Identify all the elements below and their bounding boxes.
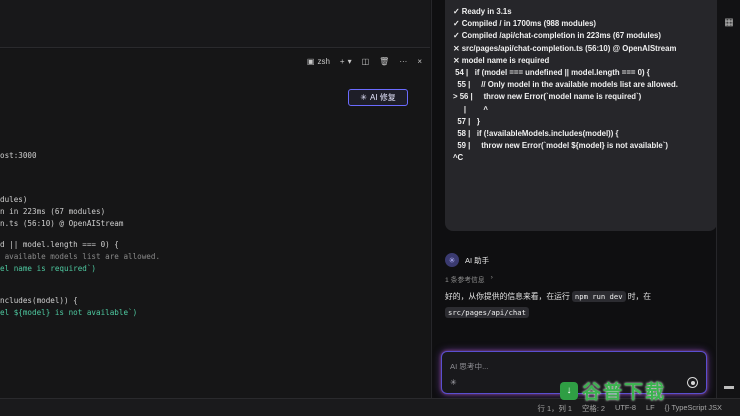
- terminal-line: n in 223ms (67 modules): [0, 207, 106, 216]
- log-line: ✓ Compiled / in 1700ms (988 modules): [453, 19, 597, 29]
- log-line: 57 | }: [453, 116, 480, 126]
- activity-bar: ▦ ▬: [716, 0, 740, 398]
- ai-chat-panel: ✓ Ready in 3.1s ✓ Compiled / in 1700ms (…: [431, 0, 717, 398]
- plus-icon: +: [339, 57, 345, 66]
- log-line: 55 | // Only model in the available mode…: [453, 80, 678, 90]
- shell-label: zsh: [317, 57, 330, 66]
- log-line: ⨯ model name is required: [453, 55, 550, 65]
- stop-generating-button[interactable]: [687, 377, 698, 388]
- encoding[interactable]: UTF-8: [615, 403, 636, 414]
- terminal-icon: ▣: [306, 57, 315, 66]
- inline-code: npm run dev: [571, 291, 626, 302]
- log-line: ✓ Ready in 3.1s: [453, 7, 512, 16]
- log-line: ⨯ src/pages/api/chat-completion.ts (56:1…: [453, 43, 677, 53]
- close-terminal-button[interactable]: ×: [417, 57, 422, 66]
- terminal-line: el name is required`): [0, 264, 97, 273]
- watermark: ↓ 谷普下载: [560, 377, 666, 404]
- terminal-line: n.ts (56:10) @ OpenAIStream: [0, 219, 124, 228]
- reply-text: 好的，从你提供的信息来看，在运行: [445, 292, 570, 301]
- ai-fix-label: AI 修复: [369, 93, 396, 102]
- stop-icon: [690, 380, 695, 385]
- indentation[interactable]: 空格: 2: [582, 403, 605, 414]
- shell-selector[interactable]: ▣ zsh: [307, 57, 330, 66]
- terminal-line: ncludes(model)) {: [0, 296, 78, 305]
- log-line: ✓ Compiled /api/chat-completion in 223ms…: [453, 31, 661, 41]
- terminal-line: dules): [0, 195, 28, 204]
- chevron-down-icon: ▾: [347, 57, 352, 66]
- new-terminal-button[interactable]: + ▾: [340, 57, 352, 66]
- assistant-avatar-icon: ✳: [445, 253, 459, 267]
- watermark-logo-icon: ↓: [560, 381, 578, 400]
- terminal-line: d || model.length === 0) {: [0, 240, 119, 249]
- log-line: 54 | if (model === undefined || model.le…: [453, 68, 650, 78]
- watermark-text: 谷普下载: [582, 382, 667, 403]
- references-toggle[interactable]: 1 条参考信息 ›: [445, 274, 493, 284]
- more-button[interactable]: ···: [399, 57, 407, 66]
- reply-text: 时，在: [627, 292, 652, 301]
- editor-area: [0, 0, 430, 48]
- language-mode[interactable]: {} TypeScript JSX: [665, 403, 722, 414]
- assistant-header: ✳ AI 助手: [445, 253, 489, 267]
- status-items: 行 1，列 1 空格: 2 UTF-8 LF {} TypeScript JSX: [538, 403, 722, 414]
- sparkle-icon[interactable]: ✳: [450, 378, 457, 387]
- assistant-name: AI 助手: [465, 255, 490, 265]
- assistant-reply: 好的，从你提供的信息来看，在运行 npm run dev 时，在 src/pag…: [445, 289, 710, 321]
- user-message-bubble: ✓ Ready in 3.1s ✓ Compiled / in 1700ms (…: [445, 0, 717, 231]
- log-line: 59 | throw new Error(`model ${model} is …: [453, 141, 668, 151]
- split-icon[interactable]: ◫: [362, 57, 370, 66]
- line-ending[interactable]: LF: [646, 403, 655, 414]
- log-line: > 56 | throw new Error(`model name is re…: [453, 92, 642, 102]
- log-line: 58 | if (!availableModels.includes(model…: [453, 129, 619, 139]
- chevron-right-icon: ›: [490, 274, 493, 281]
- chat-input-placeholder: AI 思考中...: [450, 362, 489, 371]
- inline-code: src/pages/api/chat: [445, 307, 529, 318]
- references-label: 1 条参考信息: [445, 277, 485, 284]
- grid-icon[interactable]: ▦: [723, 16, 735, 28]
- log-line: | ^: [453, 104, 488, 114]
- cursor-position[interactable]: 行 1，列 1: [538, 403, 573, 414]
- terminal-line: ost:3000: [0, 151, 37, 160]
- panel-toggle-icon[interactable]: ▬: [723, 380, 735, 392]
- terminal-line: el ${model} is not available`): [0, 308, 138, 317]
- ai-fix-button[interactable]: ✳ AI 修复: [348, 89, 408, 106]
- trash-icon[interactable]: 🗑: [379, 57, 389, 66]
- log-line: ^C: [453, 153, 464, 163]
- terminal-line: available models list are allowed.: [0, 252, 161, 261]
- sparkle-icon: ✳: [360, 93, 367, 102]
- terminal-toolbar: ▣ zsh + ▾ ◫ 🗑 ··· ×: [307, 57, 422, 66]
- terminal-panel[interactable]: ▣ zsh + ▾ ◫ 🗑 ··· × ✳ AI 修复 ost:3000 dul…: [0, 49, 430, 398]
